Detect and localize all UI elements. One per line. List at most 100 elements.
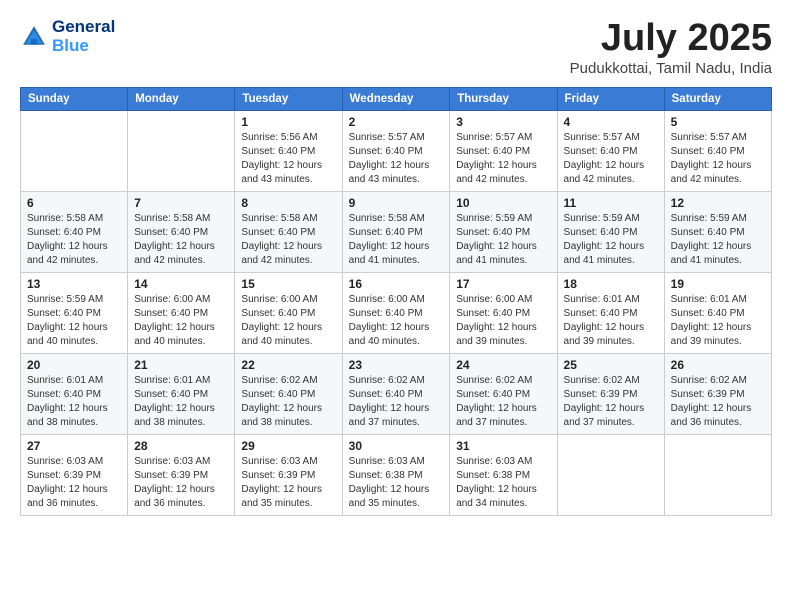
daylight-text: Daylight: 12 hours and 42 minutes. — [241, 241, 322, 266]
calendar-cell: 26Sunrise: 6:02 AMSunset: 6:39 PMDayligh… — [664, 353, 771, 434]
day-number: 4 — [564, 115, 658, 129]
sunset-text: Sunset: 6:40 PM — [671, 308, 745, 319]
sunset-text: Sunset: 6:38 PM — [456, 470, 530, 481]
daylight-text: Daylight: 12 hours and 35 minutes. — [241, 484, 322, 509]
day-info: Sunrise: 6:02 AMSunset: 6:40 PMDaylight:… — [349, 374, 444, 430]
calendar-cell: 5 Sunrise: 5:57 AM Sunset: 6:40 PM Daylight… — [664, 110, 771, 191]
sunset-text: Sunset: 6:39 PM — [241, 470, 315, 481]
daylight-text: Daylight: 12 hours and 40 minutes. — [349, 322, 430, 347]
daylight-text: Daylight: 12 hours and 37 minutes. — [456, 403, 537, 428]
sunset-text: Sunset: 6:40 PM — [671, 146, 745, 157]
sunset-text: Sunset: 6:40 PM — [134, 308, 208, 319]
sunset-text: Sunset: 6:40 PM — [134, 389, 208, 400]
day-info: Sunrise: 6:03 AMSunset: 6:39 PMDaylight:… — [241, 455, 335, 511]
calendar-cell: 17Sunrise: 6:00 AMSunset: 6:40 PMDayligh… — [450, 272, 557, 353]
sunrise-text: Sunrise: 6:01 AM — [671, 294, 747, 305]
subtitle: Pudukkottai, Tamil Nadu, India — [570, 60, 772, 77]
day-number: 9 — [349, 196, 444, 210]
calendar-cell: 22Sunrise: 6:02 AMSunset: 6:40 PMDayligh… — [235, 353, 342, 434]
sunrise-text: Sunrise: 6:00 AM — [349, 294, 425, 305]
day-info: Sunrise: 6:00 AM Sunset: 6:40 PM Daylight:… — [349, 293, 444, 349]
calendar-cell: 23Sunrise: 6:02 AMSunset: 6:40 PMDayligh… — [342, 353, 450, 434]
day-info: Sunrise: 6:03 AMSunset: 6:38 PMDaylight:… — [456, 455, 550, 511]
daylight-text: Daylight: 12 hours and 36 minutes. — [134, 484, 215, 509]
sunset-text: Sunset: 6:40 PM — [349, 146, 423, 157]
title-block: July 2025 Pudukkottai, Tamil Nadu, India — [570, 18, 772, 77]
calendar-cell: 12Sunrise: 5:59 AMSunset: 6:40 PMDayligh… — [664, 191, 771, 272]
calendar-cell: 29Sunrise: 6:03 AMSunset: 6:39 PMDayligh… — [235, 434, 342, 515]
calendar-cell: 18Sunrise: 6:01 AMSunset: 6:40 PMDayligh… — [557, 272, 664, 353]
sunset-text: Sunset: 6:40 PM — [456, 146, 530, 157]
day-number: 5 — [671, 115, 765, 129]
day-info: Sunrise: 6:01 AMSunset: 6:40 PMDaylight:… — [27, 374, 121, 430]
day-number: 16 — [349, 277, 444, 291]
sunrise-text: Sunrise: 6:03 AM — [349, 456, 425, 467]
daylight-text: Daylight: 12 hours and 36 minutes. — [671, 403, 752, 428]
calendar-header-row: SundayMondayTuesdayWednesdayThursdayFrid… — [21, 87, 772, 110]
calendar-cell: 25Sunrise: 6:02 AMSunset: 6:39 PMDayligh… — [557, 353, 664, 434]
daylight-text: Daylight: 12 hours and 41 minutes. — [564, 241, 645, 266]
day-info: Sunrise: 5:57 AMSunset: 6:40 PMDaylight:… — [349, 131, 444, 187]
calendar-cell — [21, 110, 128, 191]
day-info: Sunrise: 6:01 AMSunset: 6:40 PMDaylight:… — [134, 374, 228, 430]
day-number: 20 — [27, 358, 121, 372]
calendar-cell: 6Sunrise: 5:58 AMSunset: 6:40 PMDaylight… — [21, 191, 128, 272]
day-info: Sunrise: 6:00 AMSunset: 6:40 PMDaylight:… — [134, 293, 228, 349]
calendar-cell: 7 Sunrise: 5:58 AMSunset: 6:40 PMDaylight… — [128, 191, 235, 272]
calendar-cell: 19Sunrise: 6:01 AMSunset: 6:40 PMDayligh… — [664, 272, 771, 353]
day-number: 2 — [349, 115, 444, 129]
daylight-text: Daylight: 12 hours and 39 minutes. — [564, 322, 645, 347]
day-number: 12 — [671, 196, 765, 210]
sunrise-text: Sunrise: 5:57 AM — [671, 132, 747, 143]
col-header-tuesday: Tuesday — [235, 87, 342, 110]
sunrise-text: Sunrise: 5:58 AM — [349, 213, 425, 224]
sunset-text: Sunset: 6:39 PM — [671, 389, 745, 400]
col-header-sunday: Sunday — [21, 87, 128, 110]
day-info: Sunrise: 5:57 AMSunset: 6:40 PMDaylight:… — [456, 131, 550, 187]
calendar-cell — [557, 434, 664, 515]
daylight-text: Daylight: 12 hours and 39 minutes. — [456, 322, 537, 347]
sunrise-text: Sunrise: 6:03 AM — [27, 456, 103, 467]
day-info: Sunrise: 5:58 AMSunset: 6:40 PMDaylight:… — [134, 212, 228, 268]
daylight-text: Daylight: 12 hours and 38 minutes. — [241, 403, 322, 428]
day-number: 15 — [241, 277, 335, 291]
sunset-text: Sunset: 6:40 PM — [349, 308, 423, 319]
calendar-cell — [664, 434, 771, 515]
day-info: Sunrise: 6:00 AM Sunset: 6:40 PM Daylight:… — [456, 293, 550, 349]
day-number: 14 — [134, 277, 228, 291]
day-number: 7 — [134, 196, 228, 210]
calendar-week-row: 13Sunrise: 5:59 AMSunset: 6:40 PMDayligh… — [21, 272, 772, 353]
daylight-text: Daylight: 12 hours and 42 minutes. — [671, 160, 752, 185]
day-info: Sunrise: 6:03 AMSunset: 6:39 PMDaylight:… — [134, 455, 228, 511]
calendar-cell: 13Sunrise: 5:59 AMSunset: 6:40 PMDayligh… — [21, 272, 128, 353]
daylight-text: Daylight: 12 hours and 36 minutes. — [27, 484, 108, 509]
sunset-text: Sunset: 6:40 PM — [241, 308, 315, 319]
day-number: 11 — [564, 196, 658, 210]
calendar-cell: 24Sunrise: 6:02 AMSunset: 6:40 PMDayligh… — [450, 353, 557, 434]
calendar-cell: 31Sunrise: 6:03 AMSunset: 6:38 PMDayligh… — [450, 434, 557, 515]
sunrise-text: Sunrise: 6:03 AM — [134, 456, 210, 467]
daylight-text: Daylight: 12 hours and 43 minutes. — [241, 160, 322, 185]
day-info: Sunrise: 5:59 AMSunset: 6:40 PMDaylight:… — [456, 212, 550, 268]
calendar-cell: 30Sunrise: 6:03 AMSunset: 6:38 PMDayligh… — [342, 434, 450, 515]
page: General Blue July 2025 Pudukkottai, Tami… — [0, 0, 792, 612]
sunrise-text: Sunrise: 6:01 AM — [564, 294, 640, 305]
sunrise-text: Sunrise: 5:57 AM — [456, 132, 532, 143]
header: General Blue July 2025 Pudukkottai, Tami… — [20, 18, 772, 77]
calendar-cell: 2Sunrise: 5:57 AMSunset: 6:40 PMDaylight… — [342, 110, 450, 191]
calendar-week-row: 20 Sunrise: 6:01 AMSunset: 6:40 PMDayligh… — [21, 353, 772, 434]
sunset-text: Sunset: 6:40 PM — [456, 308, 530, 319]
daylight-text: Daylight: 12 hours and 40 minutes. — [27, 322, 108, 347]
main-title: July 2025 — [570, 18, 772, 60]
day-number: 26 — [671, 358, 765, 372]
sunrise-text: Sunrise: 6:00 AM — [456, 294, 532, 305]
sunrise-text: Sunrise: 5:57 AM — [349, 132, 425, 143]
sunrise-text: Sunrise: 5:58 AM — [241, 213, 317, 224]
sunset-text: Sunset: 6:39 PM — [564, 389, 638, 400]
day-number: 25 — [564, 358, 658, 372]
calendar-week-row: 27Sunrise: 6:03 AMSunset: 6:39 PMDayligh… — [21, 434, 772, 515]
sunrise-text: Sunrise: 5:57 AM — [564, 132, 640, 143]
day-number: 13 — [27, 277, 121, 291]
day-info: Sunrise: 5:59 AMSunset: 6:40 PMDaylight:… — [564, 212, 658, 268]
day-info: Sunrise: 5:58 AMSunset: 6:40 PMDaylight:… — [241, 212, 335, 268]
